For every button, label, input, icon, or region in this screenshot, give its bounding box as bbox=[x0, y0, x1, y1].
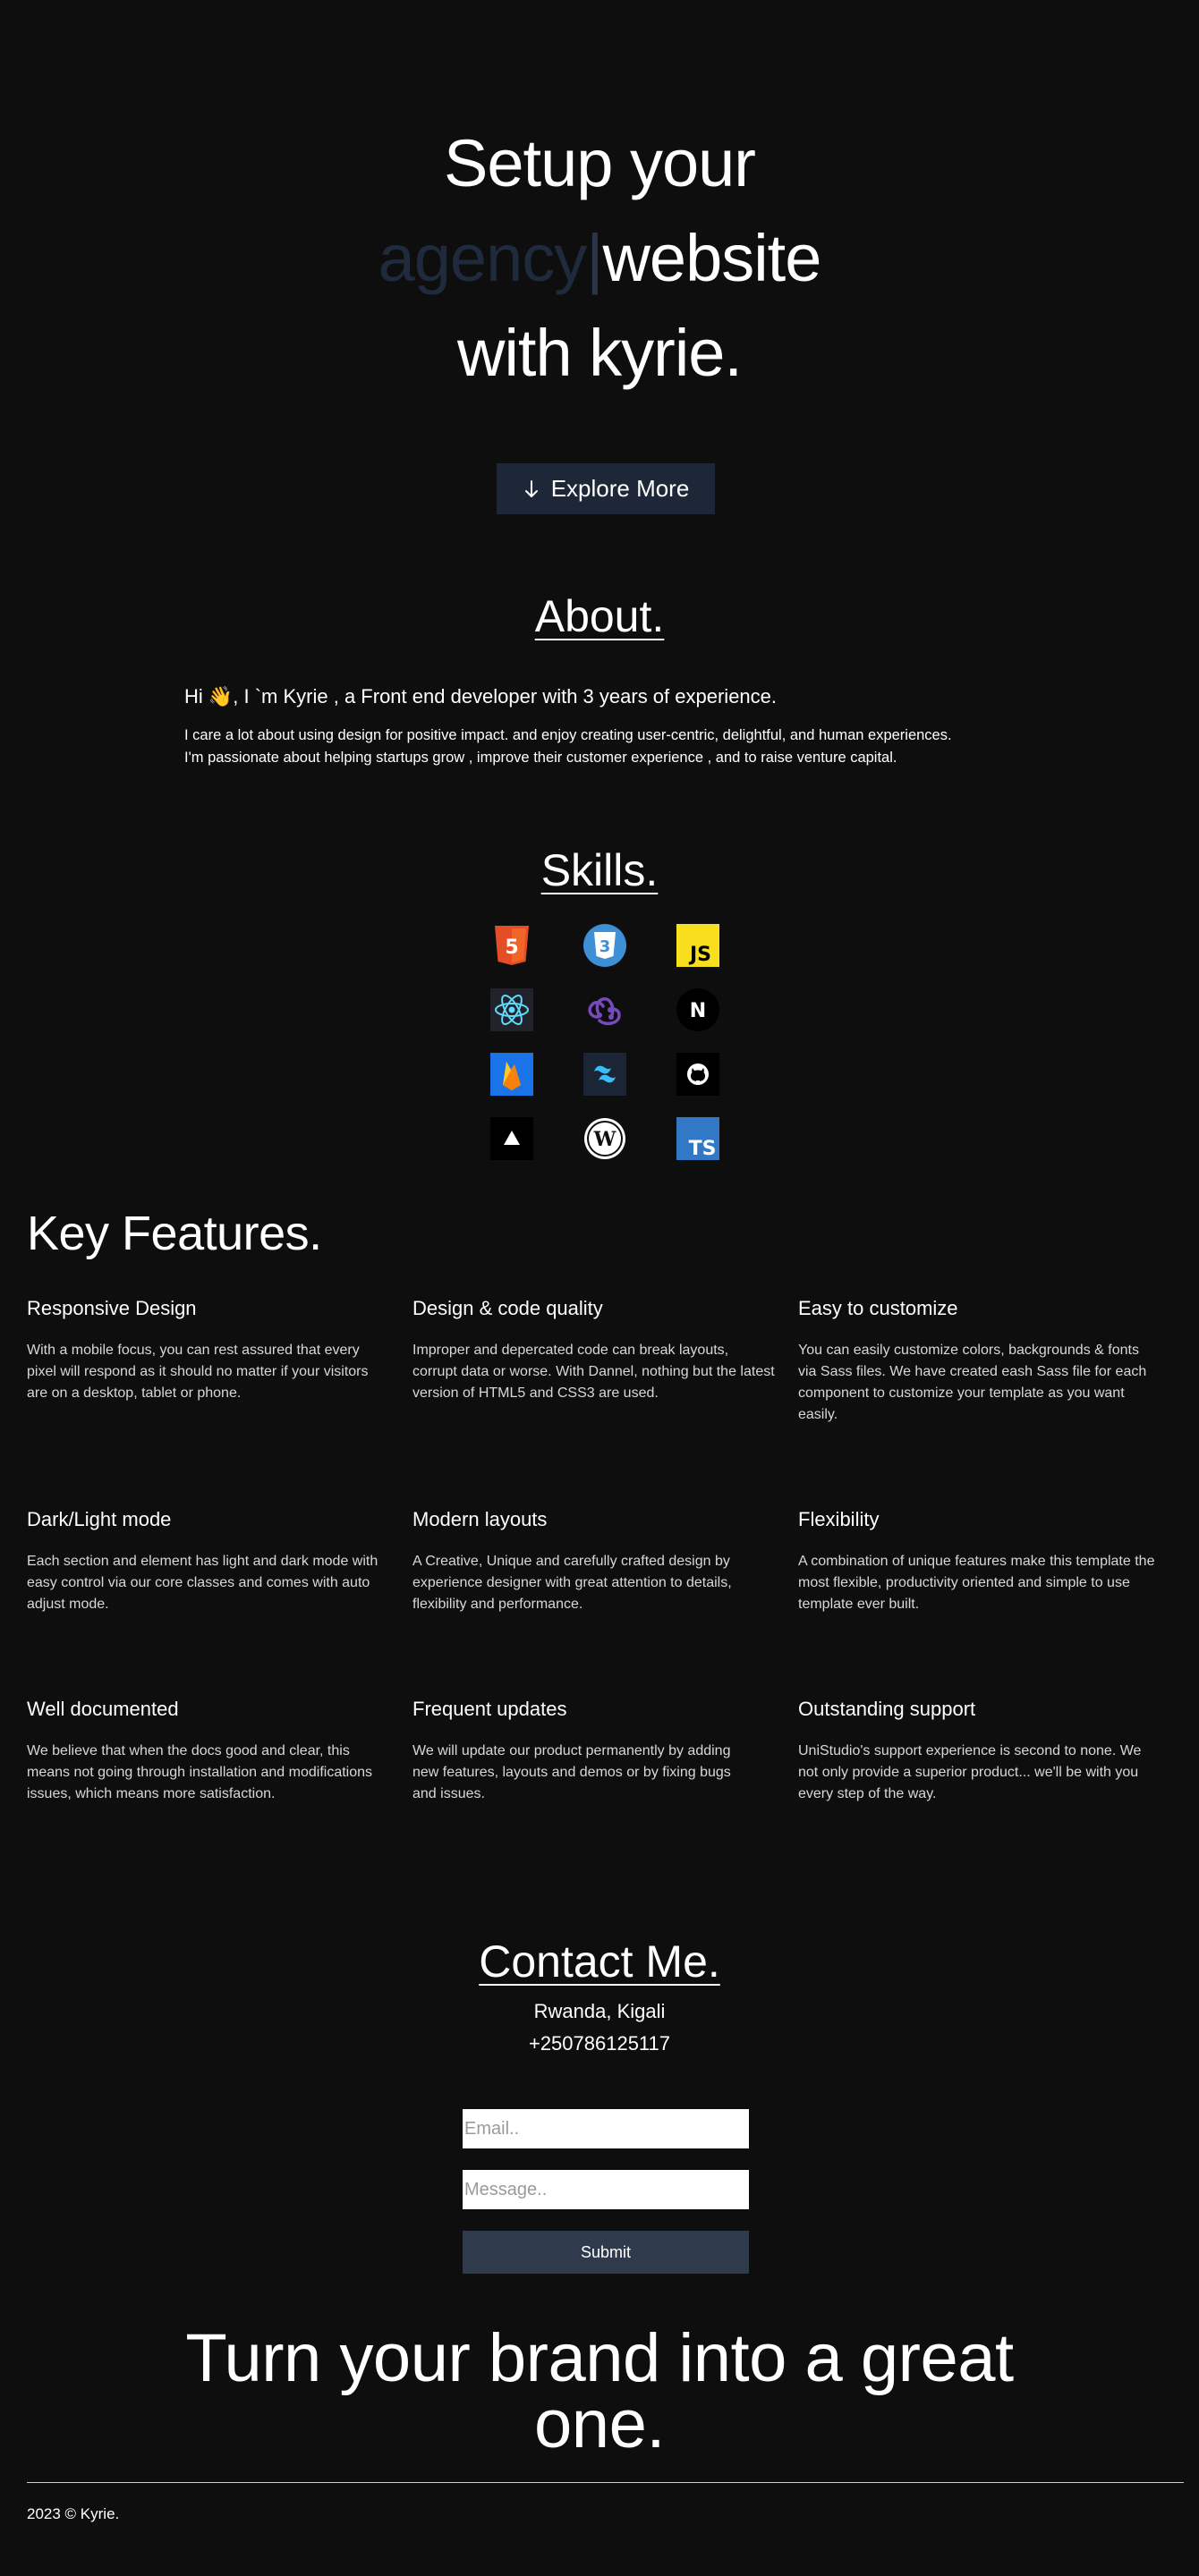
firebase-icon bbox=[490, 1053, 533, 1096]
html5-icon: 5 bbox=[490, 924, 533, 967]
explore-more-label: Explore More bbox=[550, 475, 690, 502]
feature-card: Outstanding support UniStudio's support … bbox=[798, 1698, 1161, 1805]
svg-text:5: 5 bbox=[505, 936, 518, 959]
skills-title: Skills. bbox=[540, 845, 659, 895]
feature-card: Frequent updates We will update our prod… bbox=[412, 1698, 757, 1805]
wordpress-icon: W bbox=[583, 1117, 626, 1160]
svg-text:TS: TS bbox=[689, 1138, 717, 1160]
message-field[interactable] bbox=[463, 2170, 749, 2209]
feature-card: Easy to customize You can easily customi… bbox=[798, 1297, 1161, 1426]
feature-title: Modern layouts bbox=[412, 1508, 548, 1530]
brand-line-2: one. bbox=[534, 2386, 665, 2462]
about-paragraph-line-2: I'm passionate about helping startups gr… bbox=[184, 750, 897, 766]
contact-title: Contact Me. bbox=[479, 1936, 720, 1987]
feature-text: With a mobile focus, you can rest assure… bbox=[27, 1343, 369, 1401]
feature-text: You can easily customize colors, backgro… bbox=[798, 1343, 1147, 1422]
feature-text: Improper and depercated code can break l… bbox=[412, 1343, 775, 1401]
feature-text: Each section and element has light and d… bbox=[27, 1554, 378, 1612]
svg-text:JS: JS bbox=[688, 944, 711, 966]
feature-text: We believe that when the docs good and c… bbox=[27, 1743, 373, 1801]
feature-title: Responsive Design bbox=[27, 1297, 197, 1319]
vercel-icon bbox=[490, 1117, 533, 1160]
typescript-icon: TS bbox=[676, 1117, 719, 1160]
feature-title: Dark/Light mode bbox=[27, 1508, 172, 1530]
feature-title: Design & code quality bbox=[412, 1297, 603, 1319]
tailwind-icon bbox=[583, 1053, 626, 1096]
about-greeting: Hi 👋, I `m Kyrie , a Front end developer… bbox=[184, 685, 778, 708]
features-title: Key Features. bbox=[27, 1207, 322, 1260]
brand-heading: Turn your brand into a great one. bbox=[0, 2320, 1199, 2462]
brand-line-1: Turn your brand into a great bbox=[185, 2320, 1014, 2396]
hero-line-1: Setup your bbox=[444, 126, 756, 200]
css3-icon: 3 bbox=[583, 924, 626, 967]
svg-text:W: W bbox=[593, 1128, 617, 1151]
feature-text: A combination of unique features make th… bbox=[798, 1554, 1155, 1612]
redux-icon bbox=[583, 988, 626, 1031]
explore-more-button[interactable]: Explore More bbox=[497, 463, 715, 514]
contact-phone: +250786125117 bbox=[528, 2032, 671, 2055]
about-paragraph: I care a lot about using design for posi… bbox=[184, 724, 952, 769]
about-title: About. bbox=[534, 591, 665, 641]
feature-title: Frequent updates bbox=[412, 1698, 567, 1720]
feature-title: Outstanding support bbox=[798, 1698, 976, 1720]
feature-card: Modern layouts A Creative, Unique and ca… bbox=[412, 1508, 775, 1615]
github-icon bbox=[676, 1053, 719, 1096]
hero-heading: Setup your agency|website with kyrie. bbox=[0, 116, 1199, 401]
arrow-down-icon bbox=[524, 479, 538, 497]
javascript-icon: JS bbox=[676, 924, 719, 967]
about-paragraph-line-1: I care a lot about using design for posi… bbox=[184, 727, 952, 743]
hero-typed-word: agency bbox=[378, 221, 588, 295]
footer-divider bbox=[27, 2482, 1184, 2483]
skills-grid: 5 3 JS N W TS bbox=[490, 924, 719, 1160]
svg-text:N: N bbox=[690, 1000, 706, 1022]
submit-button[interactable]: Submit bbox=[463, 2231, 749, 2274]
feature-card: Dark/Light mode Each section and element… bbox=[27, 1508, 380, 1615]
svg-text:3: 3 bbox=[600, 937, 611, 956]
nextjs-icon: N bbox=[676, 988, 719, 1031]
feature-card: Responsive Design With a mobile focus, y… bbox=[27, 1297, 376, 1404]
typing-cursor: | bbox=[586, 221, 603, 295]
copyright-text: 2023 © Kyrie. bbox=[27, 2505, 120, 2522]
feature-title: Flexibility bbox=[798, 1508, 880, 1530]
feature-text: A Creative, Unique and carefully crafted… bbox=[412, 1554, 732, 1612]
contact-location: Rwanda, Kigali bbox=[533, 2000, 666, 2022]
hero-line-2-rest: website bbox=[602, 221, 821, 295]
react-icon bbox=[490, 988, 533, 1031]
feature-text: We will update our product permanently b… bbox=[412, 1743, 731, 1801]
email-field[interactable] bbox=[463, 2109, 749, 2148]
feature-title: Well documented bbox=[27, 1698, 179, 1720]
feature-card: Flexibility A combination of unique feat… bbox=[798, 1508, 1161, 1615]
feature-card: Design & code quality Improper and deper… bbox=[412, 1297, 775, 1404]
feature-text: UniStudio's support experience is second… bbox=[798, 1743, 1142, 1801]
feature-title: Easy to customize bbox=[798, 1297, 958, 1319]
feature-card: Well documented We believe that when the… bbox=[27, 1698, 380, 1805]
hero-line-3: with kyrie. bbox=[457, 316, 743, 390]
hero-line-2: agency|website bbox=[0, 211, 1199, 306]
